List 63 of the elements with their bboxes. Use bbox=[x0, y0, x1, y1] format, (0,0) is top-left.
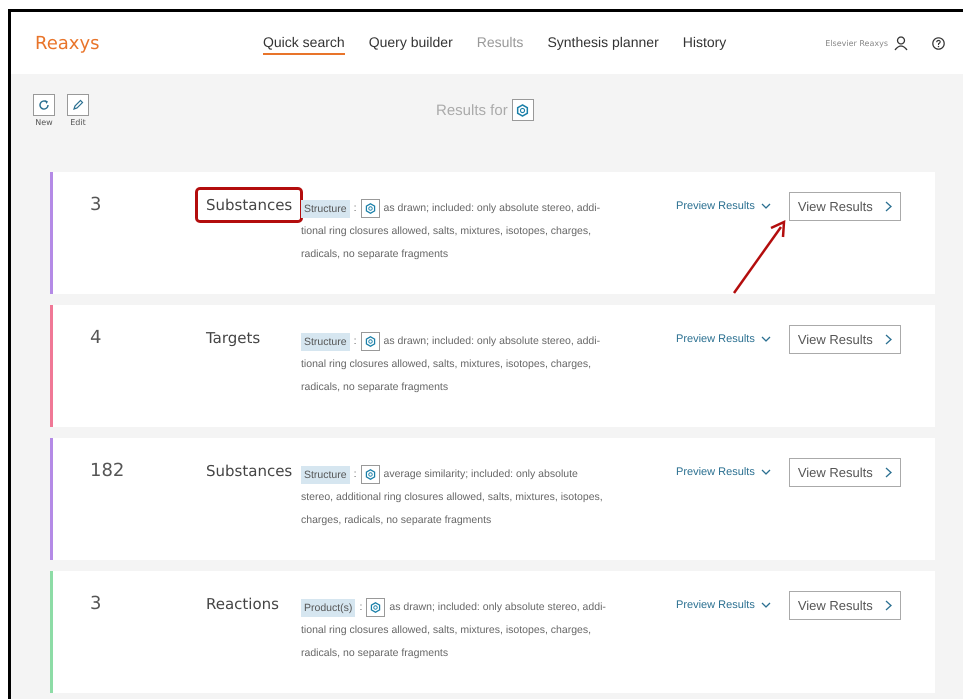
view-results-button[interactable]: View Results bbox=[788, 192, 901, 221]
chevron-right-icon bbox=[884, 467, 892, 478]
field-tag: Structure bbox=[301, 200, 350, 218]
view-results-button[interactable]: View Results bbox=[788, 591, 901, 620]
chevron-right-icon bbox=[884, 201, 892, 212]
separator: : bbox=[359, 600, 362, 615]
result-count: 182 bbox=[89, 459, 126, 481]
structure-query-thumbnail[interactable] bbox=[512, 99, 534, 121]
results-title: Results for bbox=[436, 102, 508, 118]
chevron-right-icon bbox=[884, 334, 892, 345]
separator: : bbox=[354, 201, 357, 216]
structure-thumbnail[interactable] bbox=[366, 598, 386, 617]
criteria-text: average similarity; included: only absolute bbox=[384, 467, 578, 482]
result-count: 3 bbox=[89, 592, 102, 614]
tool-label: Edit bbox=[70, 118, 86, 127]
field-tag: Product(s) bbox=[301, 598, 356, 616]
field-tag: Structure bbox=[301, 332, 350, 350]
criteria-text: tional ring closures allowed, salts, mixtures, isotopes, charges, bbox=[301, 224, 592, 239]
chevron-down-icon bbox=[760, 203, 771, 209]
result-type: Substances bbox=[205, 461, 294, 482]
preview-results-button[interactable]: Preview Results bbox=[676, 599, 771, 611]
nav-tab[interactable]: History bbox=[682, 31, 726, 55]
user-icon[interactable] bbox=[894, 36, 908, 50]
chevron-right-icon bbox=[884, 600, 892, 611]
result-type: Reactions bbox=[205, 594, 280, 615]
tool-label: New bbox=[35, 118, 53, 127]
pencil-icon bbox=[72, 99, 84, 111]
preview-results-button[interactable]: Preview Results bbox=[676, 200, 771, 212]
structure-thumbnail[interactable] bbox=[360, 465, 380, 484]
view-results-button[interactable]: View Results bbox=[788, 458, 901, 487]
criteria-text: radicals, no separate fragments bbox=[301, 380, 448, 395]
criteria-text: as drawn; included: only absolute stereo, addi- bbox=[389, 600, 606, 615]
result-count: 3 bbox=[89, 193, 102, 215]
criteria-text: radicals, no separate fragments bbox=[301, 247, 448, 262]
help-icon[interactable] bbox=[932, 36, 945, 50]
criteria-text: tional ring closures allowed, salts, mixtures, isotopes, charges, bbox=[301, 357, 592, 372]
account-name[interactable]: Elsevier Reaxys bbox=[825, 38, 888, 48]
field-tag: Structure bbox=[301, 466, 350, 484]
criteria-text: as drawn; included: only absolute stereo, addi- bbox=[384, 334, 600, 349]
chevron-down-icon bbox=[760, 336, 771, 342]
chevron-down-icon bbox=[760, 469, 771, 475]
refresh-icon bbox=[38, 99, 50, 111]
preview-results-button[interactable]: Preview Results bbox=[676, 333, 771, 345]
criteria-text: radicals, no separate fragments bbox=[301, 646, 448, 661]
result-type: Substances bbox=[195, 187, 304, 223]
separator: : bbox=[354, 467, 357, 482]
structure-thumbnail[interactable] bbox=[360, 332, 380, 351]
separator: : bbox=[354, 334, 357, 349]
refresh-button[interactable] bbox=[33, 94, 55, 116]
criteria-text: charges, radicals, no separate fragments bbox=[301, 513, 492, 528]
preview-results-button[interactable]: Preview Results bbox=[676, 466, 771, 478]
nav-tab[interactable]: Query builder bbox=[368, 31, 453, 55]
criteria-text: stereo, additional ring closures allowed, salts, mixtures, isotopes, bbox=[301, 490, 603, 505]
structure-thumbnail[interactable] bbox=[360, 199, 380, 218]
nav-tab[interactable]: Quick search bbox=[263, 31, 345, 55]
result-type: Targets bbox=[205, 328, 262, 349]
edit-button[interactable] bbox=[67, 94, 89, 116]
chevron-down-icon bbox=[760, 602, 771, 608]
criteria-text: as drawn; included: only absolute stereo, addi- bbox=[384, 201, 600, 216]
result-count: 4 bbox=[89, 326, 102, 348]
criteria-text: tional ring closures allowed, salts, mixtures, isotopes, charges, bbox=[301, 623, 592, 638]
view-results-button[interactable]: View Results bbox=[788, 325, 901, 354]
nav-tab[interactable]: Synthesis planner bbox=[547, 31, 659, 55]
